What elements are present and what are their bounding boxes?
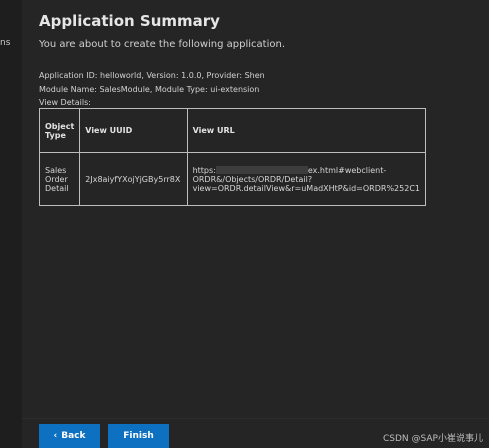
wizard-window: ns Application Summary You are about to …: [0, 0, 489, 448]
module-info: Module Name: SalesModule, Module Type: u…: [39, 85, 260, 94]
url-line-3: view=ORDR.detailView&r=uMadXHtP&id=ORDR%…: [192, 183, 420, 193]
left-sidebar-strip: ns: [0, 0, 22, 448]
column-header-view-uuid: View UUID: [79, 108, 188, 153]
chevron-left-icon: ‹: [53, 431, 58, 441]
back-button-label: Back: [61, 431, 86, 441]
back-button[interactable]: ‹ Back: [39, 424, 100, 448]
url-start: https:: [192, 165, 216, 175]
finish-button[interactable]: Finish: [108, 424, 169, 448]
table-row: Sales Order Detail 2Jx8aiyfYXojYjGBy5rr8…: [38, 152, 427, 206]
column-header-object-type: Object Type: [38, 108, 81, 153]
url-tail: ex.html#webclient-: [307, 165, 387, 175]
watermark: CSDN @SAP小崔说事儿: [383, 434, 483, 444]
summary-panel: [22, 0, 489, 448]
page-title: Application Summary: [39, 12, 220, 30]
cell-view-uuid: 2Jx8aiyfYXojYjGBy5rr8X: [79, 152, 188, 206]
cell-object-type: Sales Order Detail: [38, 152, 81, 206]
column-header-view-url: View URL: [186, 108, 427, 153]
table-header-row: Object Type View UUID View URL: [38, 108, 427, 153]
page-subtitle: You are about to create the following ap…: [39, 39, 286, 50]
sidebar-truncated-label: ns: [0, 38, 11, 48]
redacted-url-segment: [215, 166, 308, 174]
cell-view-url: https: ex.html#webclient- ORDR&/Objects/O…: [186, 152, 427, 206]
view-details-label: View Details:: [39, 98, 91, 107]
finish-button-label: Finish: [123, 431, 154, 441]
application-info: Application ID: helloworld, Version: 1.0…: [39, 71, 265, 80]
view-details-table: Object Type View UUID View URL Sales Ord…: [38, 108, 427, 206]
url-line-2: ORDR&/Objects/ORDR/Detail?: [192, 174, 313, 184]
footer-divider: [22, 418, 489, 419]
